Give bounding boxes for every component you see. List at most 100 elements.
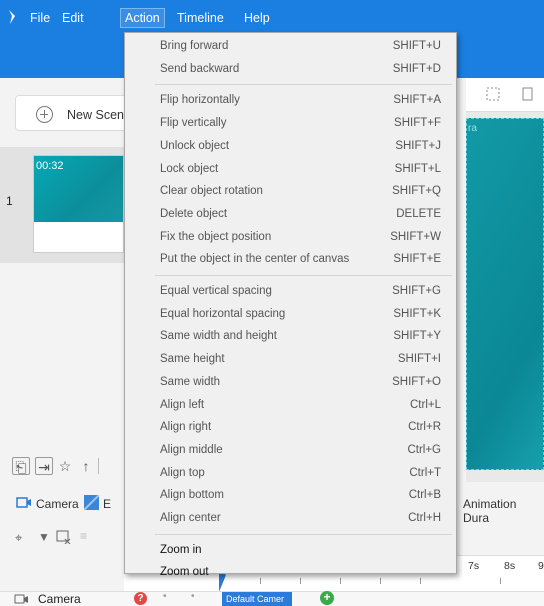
menu-item-zoom-out[interactable]: Zoom out xyxy=(125,561,456,583)
menu-item-fix-the-object-position[interactable]: Fix the object position SHIFT+W xyxy=(125,226,456,248)
menu-item-align-bottom[interactable]: Align bottom Ctrl+B xyxy=(125,484,456,506)
dot-icon: • xyxy=(191,591,195,602)
menu-item-shortcut: Ctrl+R xyxy=(408,421,441,434)
default-camera-clip[interactable]: Default Camer xyxy=(222,592,292,606)
menu-item-label: Equal horizontal spacing xyxy=(160,307,286,320)
menu-item-label: Align middle xyxy=(160,443,223,456)
menu-item-label: Fix the object position xyxy=(160,230,272,243)
menu-item-align-center[interactable]: Align center Ctrl+H xyxy=(125,507,456,529)
menu-item-shortcut: SHIFT+A xyxy=(393,94,441,107)
menu-item-align-middle[interactable]: Align middle Ctrl+G xyxy=(125,439,456,461)
menu-item-shortcut: SHIFT+Y xyxy=(393,330,441,343)
menu-item-label: Bring forward xyxy=(160,40,229,52)
tick-label: 7s xyxy=(468,560,480,572)
menu-item-label: Unlock object xyxy=(160,139,230,152)
menu-item-flip-horizontally[interactable]: Flip horizontally SHIFT+A xyxy=(125,89,456,111)
menu-item-same-width-and-height[interactable]: Same width and height SHIFT+Y xyxy=(125,325,456,347)
menu-item-label: Clear object rotation xyxy=(160,185,263,198)
menu-item-shortcut: SHIFT+E xyxy=(393,253,441,266)
help-icon[interactable]: ? xyxy=(134,592,147,605)
menu-item-delete-object[interactable]: Delete object DELETE xyxy=(125,203,456,225)
menu-item-label: Delete object xyxy=(160,207,228,220)
menu-item-label: Align center xyxy=(160,512,221,524)
scene-number: 1 xyxy=(6,194,13,208)
tick-label: 8s xyxy=(504,560,516,572)
menu-item-label: Align bottom xyxy=(160,489,224,502)
menu-item-label: Align left xyxy=(160,398,205,411)
menu-action[interactable]: Action xyxy=(120,8,165,28)
background-icon xyxy=(84,495,99,510)
target-icon[interactable]: ⌖ xyxy=(15,530,22,546)
menu-item-label: Zoom out xyxy=(160,566,209,579)
dot-icon: • xyxy=(163,591,167,602)
menu-item-label: Lock object xyxy=(160,162,219,175)
menu-separator xyxy=(155,84,452,86)
menu-item-label: Align right xyxy=(160,421,212,434)
star-icon[interactable]: ☆ xyxy=(56,457,74,475)
menu-item-shortcut: Ctrl+T xyxy=(409,466,441,479)
filter-icon[interactable]: ▼ xyxy=(38,530,50,544)
menu-item-label: Zoom in xyxy=(160,543,202,556)
menu-item-label: Align top xyxy=(160,466,205,479)
camera-tab[interactable]: Camera xyxy=(36,497,79,511)
menu-item-label: Flip vertically xyxy=(160,117,227,130)
menu-item-shortcut: SHIFT+W xyxy=(390,230,441,243)
menu-item-unlock-object[interactable]: Unlock object SHIFT+J xyxy=(125,135,456,157)
menu-item-label: Send backward xyxy=(160,62,240,75)
menu-item-flip-vertically[interactable]: Flip vertically SHIFT+F xyxy=(125,112,456,134)
menu-item-label: Same height xyxy=(160,353,225,366)
track-camera-label: Camera xyxy=(38,592,81,606)
export-icon[interactable]: ⇥ xyxy=(35,457,53,475)
menu-item-shortcut: SHIFT+L xyxy=(394,162,441,175)
track-camera-icon xyxy=(14,594,28,604)
import-icon[interactable]: ⎗ xyxy=(12,457,30,475)
filter-clear-icon[interactable] xyxy=(56,530,71,544)
menu-separator xyxy=(155,275,452,276)
menu-item-align-top[interactable]: Align top Ctrl+T xyxy=(125,462,456,484)
menu-item-shortcut: SHIFT+G xyxy=(392,285,441,297)
background-tab[interactable]: E xyxy=(103,497,111,511)
menu-item-same-height[interactable]: Same height SHIFT+I xyxy=(125,348,456,370)
new-scene-label: New Scen xyxy=(67,108,124,122)
menu-item-shortcut: SHIFT+O xyxy=(392,375,441,388)
menu-item-equal-horizontal-spacing[interactable]: Equal horizontal spacing SHIFT+K xyxy=(125,303,456,325)
menu-item-shortcut: Ctrl+G xyxy=(407,443,441,456)
app-logo-icon xyxy=(9,10,15,24)
align-icon[interactable]: ≡ xyxy=(80,529,87,543)
menu-item-clear-object-rotation[interactable]: Clear object rotation SHIFT+Q xyxy=(125,180,456,202)
menu-item-shortcut: SHIFT+F xyxy=(394,117,441,130)
canvas-toolbar xyxy=(466,78,544,112)
layout-icon[interactable] xyxy=(522,87,536,101)
canvas-label: ra xyxy=(468,123,477,134)
menu-item-align-right[interactable]: Align right Ctrl+R xyxy=(125,416,456,438)
menu-edit[interactable]: Edit xyxy=(62,10,84,26)
menu-item-put-the-object-in-the-center-of-canvas[interactable]: Put the object in the center of canvas SH… xyxy=(125,248,456,270)
menu-item-zoom-in[interactable]: Zoom in xyxy=(125,539,456,561)
menu-item-label: Flip horizontally xyxy=(160,94,240,107)
menu-item-send-backward[interactable]: Send backward SHIFT+D xyxy=(125,58,456,80)
scene-duration: 00:32 xyxy=(36,160,64,172)
add-camera-button[interactable]: + xyxy=(320,591,334,605)
menu-item-label: Same width xyxy=(160,375,221,388)
menu-item-shortcut: SHIFT+U xyxy=(392,40,441,52)
menu-timeline[interactable]: Timeline xyxy=(177,10,224,26)
canvas[interactable] xyxy=(466,118,544,470)
menu-item-shortcut: SHIFT+Q xyxy=(392,185,441,198)
menu-item-shortcut: SHIFT+D xyxy=(392,62,441,75)
menu-item-same-width[interactable]: Same width SHIFT+O xyxy=(125,371,456,393)
menu-item-label: Equal vertical spacing xyxy=(160,285,272,297)
menu-item-shortcut: Ctrl+B xyxy=(408,489,441,502)
menu-item-align-left[interactable]: Align left Ctrl+L xyxy=(125,394,456,416)
menu-item-shortcut: SHIFT+I xyxy=(397,353,441,366)
menu-help[interactable]: Help xyxy=(244,10,270,26)
grid-icon[interactable] xyxy=(486,87,500,101)
menu-file[interactable]: File xyxy=(30,10,50,26)
menu-item-shortcut: SHIFT+K xyxy=(393,307,441,320)
menu-item-bring-forward[interactable]: Bring forward SHIFT+U xyxy=(125,35,456,57)
camera-icon xyxy=(16,497,31,508)
menu-item-lock-object[interactable]: Lock object SHIFT+L xyxy=(125,158,456,180)
arrow-up-icon[interactable]: ↑ xyxy=(77,457,95,475)
tick-label: 9 xyxy=(538,560,544,572)
menu-item-equal-vertical-spacing[interactable]: Equal vertical spacing SHIFT+G xyxy=(125,280,456,302)
plus-circle-icon xyxy=(36,106,53,123)
